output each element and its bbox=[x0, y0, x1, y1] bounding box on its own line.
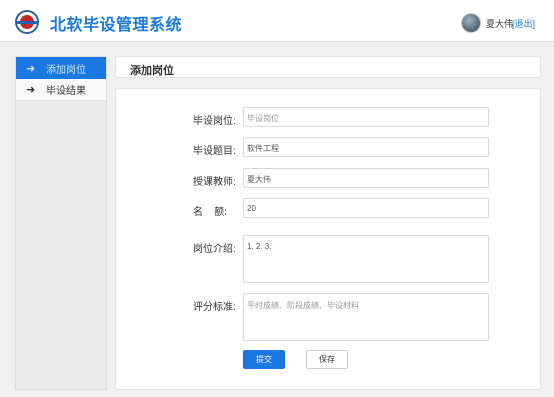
app-title: 北软毕设管理系统 bbox=[50, 17, 183, 34]
arrow-right-icon: ➜ bbox=[26, 84, 36, 96]
university-logo-icon bbox=[15, 10, 39, 34]
sidebar-item-add-position[interactable]: ➜ 添加岗位 bbox=[16, 57, 106, 79]
sidebar-item-label: 添加岗位 bbox=[46, 64, 86, 76]
top-header: 北软毕设管理系统 夏大伟 [退出] bbox=[0, 0, 554, 42]
save-button[interactable]: 保存 bbox=[306, 350, 348, 369]
submit-button[interactable]: 提交 bbox=[243, 350, 285, 369]
username: 夏大伟 bbox=[486, 19, 514, 29]
position-label: 毕设岗位: bbox=[193, 116, 236, 127]
arrow-right-icon: ➜ bbox=[26, 62, 36, 75]
intro-label: 岗位介绍: bbox=[193, 244, 236, 255]
teacher-input[interactable]: 夏大伟 bbox=[243, 168, 489, 188]
position-input[interactable]: 毕设岗位 bbox=[243, 107, 489, 127]
grading-label: 评分标准: bbox=[193, 302, 236, 313]
sidebar-item-results[interactable]: ➜ 毕设结果 bbox=[16, 79, 106, 101]
topic-input[interactable]: 软件工程 bbox=[243, 137, 489, 157]
intro-textarea[interactable]: 1. 2. 3. bbox=[243, 235, 489, 283]
sidebar-item-label: 毕设结果 bbox=[46, 86, 86, 97]
sidebar: ➜ 添加岗位 ➜ 毕设结果 bbox=[15, 56, 107, 390]
logout-link[interactable]: [退出] bbox=[512, 17, 535, 30]
teacher-label: 授课教师: bbox=[193, 177, 236, 188]
grading-textarea[interactable]: 平时成绩、阶段成绩、毕设材料 bbox=[243, 293, 489, 341]
section-header: 添加岗位 bbox=[115, 56, 541, 78]
topic-label: 毕设题目: bbox=[193, 146, 236, 157]
page-title: 添加岗位 bbox=[130, 65, 174, 77]
quota-label: 名 额: bbox=[193, 207, 227, 218]
user-avatar bbox=[461, 13, 481, 33]
quota-input[interactable]: 20 bbox=[243, 198, 489, 218]
